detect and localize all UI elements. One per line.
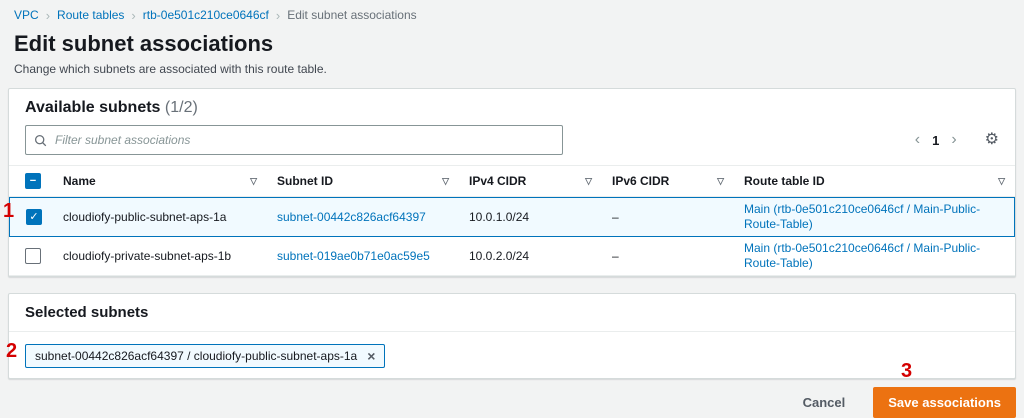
filter-subnets-input[interactable] — [53, 132, 554, 148]
search-icon — [34, 134, 47, 146]
sort-icon[interactable]: ▽ — [585, 176, 592, 187]
breadcrumb-current-page: Edit subnet associations — [287, 8, 417, 22]
ipv4-cidr-value: 10.0.2.0/24 — [459, 237, 602, 276]
chip-label: subnet-00442c826acf64397 / cloudiofy-pub… — [35, 349, 358, 363]
breadcrumb: VPC › Route tables › rtb-0e501c210ce0646… — [0, 0, 1024, 22]
annotation-step-1: 1 — [3, 200, 15, 222]
subnet-name: cloudiofy-public-subnet-aps-1a — [53, 197, 267, 237]
settings-gear-icon[interactable]: ⚙ — [985, 132, 999, 148]
subnet-id-link[interactable]: subnet-00442c826acf64397 — [277, 210, 426, 224]
subnet-id-link[interactable]: subnet-019ae0b71e0ac59e5 — [277, 249, 430, 263]
available-subnets-card: Available subnets (1/2) ‹ 1 › ⚙ − Name ▽ — [8, 88, 1016, 277]
breadcrumb-link-vpc[interactable]: VPC — [14, 8, 39, 22]
annotation-step-3: 3 — [901, 360, 913, 382]
chevron-right-icon: › — [131, 7, 136, 23]
footer-actions: Cancel Save associations — [0, 379, 1024, 418]
pagination: ‹ 1 › ⚙ — [915, 132, 999, 148]
chevron-right-icon: › — [45, 7, 51, 23]
sort-icon[interactable]: ▽ — [442, 176, 449, 187]
annotation-step-2: 2 — [6, 340, 18, 362]
chip-close-icon[interactable]: × — [367, 349, 375, 363]
row-checkbox[interactable]: ✓ — [26, 209, 42, 225]
available-subnets-title: Available subnets — [25, 99, 161, 116]
route-table-link[interactable]: Main (rtb-0e501c210ce0646cf / Main-Publi… — [744, 241, 1005, 271]
table-row[interactable]: ✓ cloudiofy-public-subnet-aps-1a subnet-… — [9, 197, 1015, 237]
subnets-table: − Name ▽ Subnet ID ▽ IPv4 CIDR ▽ IPv6 CIDR ▽… — [9, 165, 1015, 276]
sort-icon[interactable]: ▽ — [717, 176, 724, 187]
chevron-right-icon: › — [275, 7, 281, 23]
available-subnets-header: Available subnets (1/2) — [9, 89, 1015, 121]
column-header-label: Route table ID — [744, 174, 825, 188]
breadcrumb-link-route-table-id[interactable]: rtb-0e501c210ce0646cf — [143, 8, 269, 22]
ipv6-cidr-value: – — [602, 197, 734, 237]
pagination-prev-icon[interactable]: ‹ — [915, 132, 920, 148]
subnet-name: cloudiofy-private-subnet-aps-1b — [53, 237, 267, 276]
table-header-row: − Name ▽ Subnet ID ▽ IPv4 CIDR ▽ IPv6 CIDR ▽… — [9, 165, 1015, 197]
column-header-ipv4-cidr[interactable]: IPv4 CIDR ▽ — [459, 165, 602, 197]
column-header-subnet-id[interactable]: Subnet ID ▽ — [267, 165, 459, 197]
table-toolbar: ‹ 1 › ⚙ — [9, 121, 1015, 165]
ipv4-cidr-value: 10.0.1.0/24 — [459, 197, 602, 237]
page-description: Change which subnets are associated with… — [14, 62, 327, 76]
ipv6-cidr-value: – — [602, 237, 734, 276]
selected-subnets-chip-area: subnet-00442c826acf64397 / cloudiofy-pub… — [9, 332, 1015, 378]
column-header-label: IPv4 CIDR — [469, 174, 527, 188]
selected-subnets-card: Selected subnets subnet-00442c826acf6439… — [8, 293, 1016, 379]
sort-icon[interactable]: ▽ — [250, 176, 257, 187]
column-header-name[interactable]: Name ▽ — [53, 165, 267, 197]
pagination-page-number[interactable]: 1 — [932, 133, 939, 148]
available-subnets-count: (1/2) — [164, 99, 198, 116]
column-header-label: IPv6 CIDR — [612, 174, 670, 188]
column-header-label: Subnet ID — [277, 174, 333, 188]
cancel-button[interactable]: Cancel — [799, 389, 850, 416]
select-all-checkbox[interactable]: − — [25, 173, 41, 189]
selected-subnet-chip: subnet-00442c826acf64397 / cloudiofy-pub… — [25, 344, 386, 368]
selected-subnets-title: Selected subnets — [25, 304, 149, 321]
column-header-ipv6-cidr[interactable]: IPv6 CIDR ▽ — [602, 165, 734, 197]
breadcrumb-link-route-tables[interactable]: Route tables — [57, 8, 124, 22]
filter-input-wrapper — [25, 125, 563, 155]
page-title: Edit subnet associations — [14, 31, 274, 56]
sort-icon[interactable]: ▽ — [998, 176, 1005, 187]
pagination-next-icon[interactable]: › — [951, 132, 956, 148]
column-header-route-table-id[interactable]: Route table ID ▽ — [734, 165, 1015, 197]
column-header-label: Name — [63, 174, 96, 188]
row-checkbox[interactable] — [25, 248, 41, 264]
route-table-link[interactable]: Main (rtb-0e501c210ce0646cf / Main-Publi… — [744, 202, 1004, 232]
save-associations-button[interactable]: Save associations — [873, 387, 1016, 418]
table-row[interactable]: cloudiofy-private-subnet-aps-1b subnet-0… — [9, 237, 1015, 276]
